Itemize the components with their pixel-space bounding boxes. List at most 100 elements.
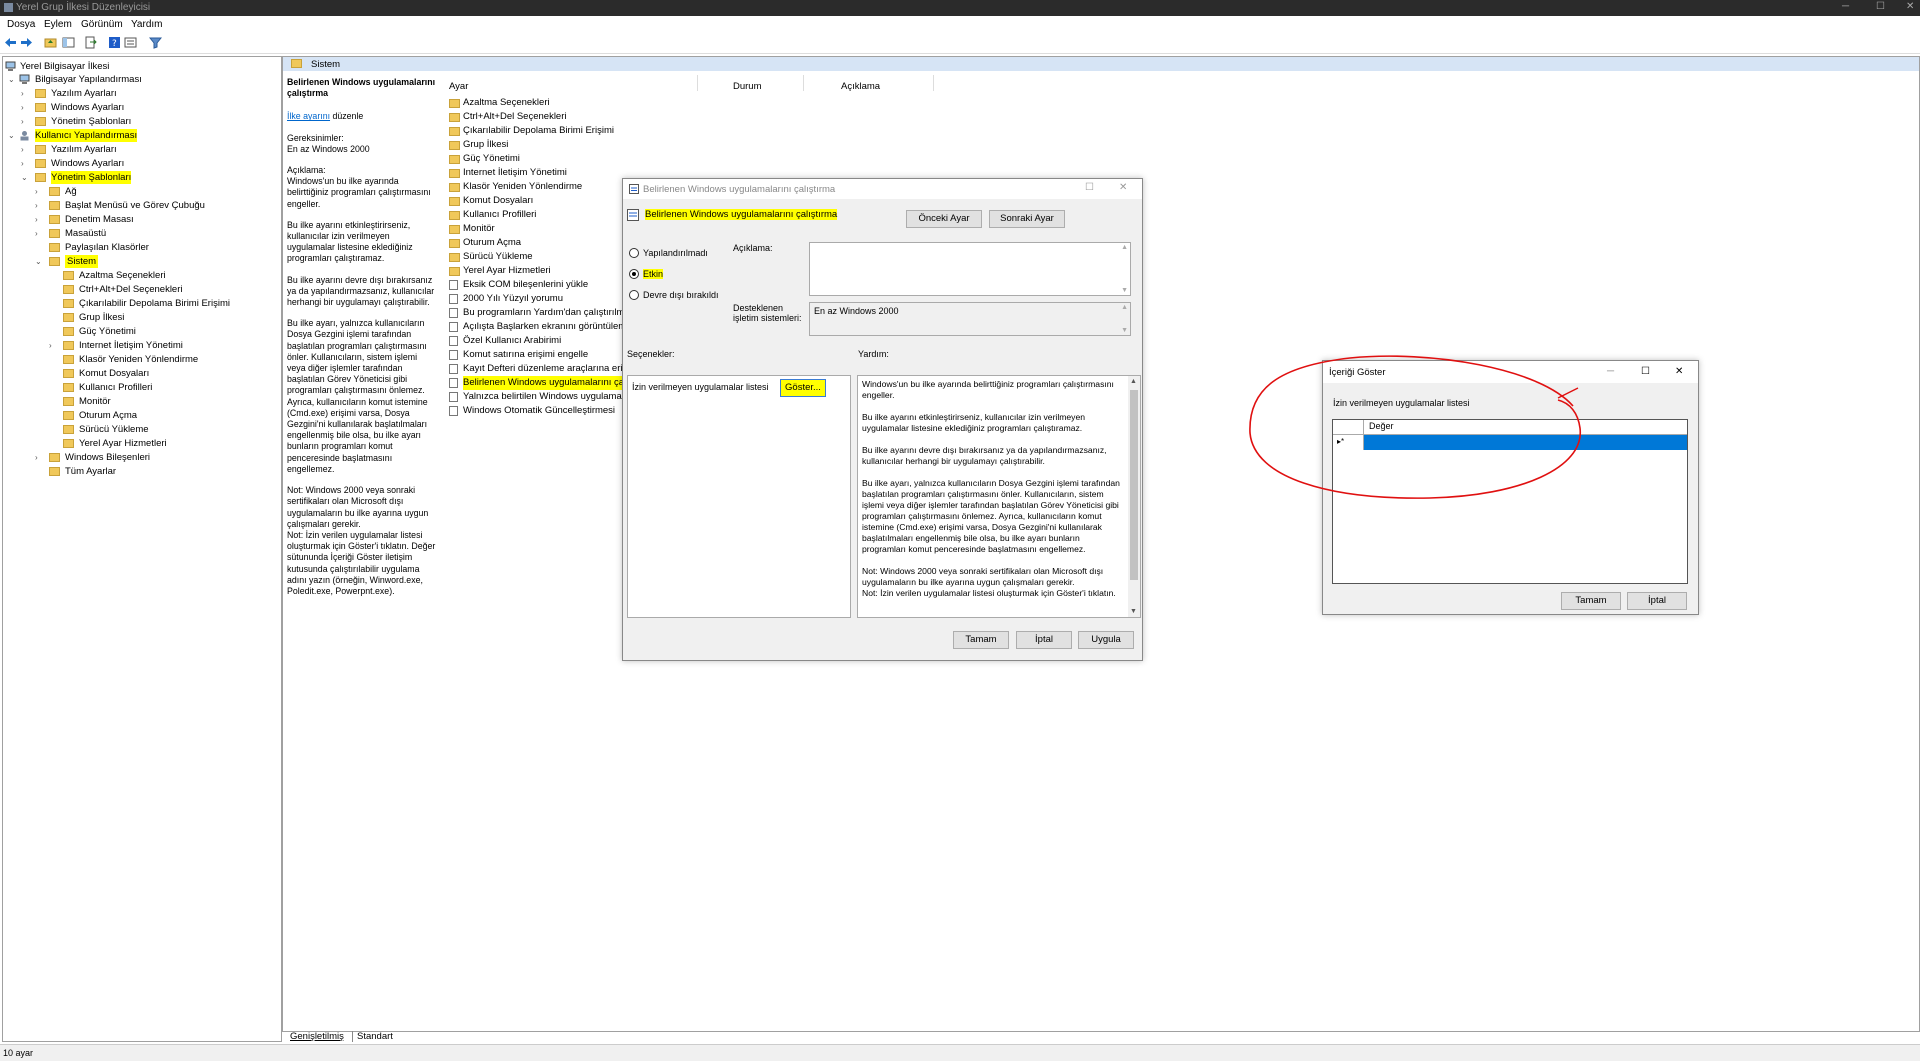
col-comment[interactable]: Açıklama [841, 81, 880, 92]
policy-icon [449, 406, 458, 416]
close-button[interactable]: ✕ [1119, 182, 1127, 193]
folder-icon [449, 183, 460, 192]
folder-icon [449, 225, 460, 234]
show-button[interactable]: Göster... [780, 379, 826, 397]
expand-icon[interactable]: › [21, 115, 29, 128]
comment-label: Açıklama: [733, 243, 773, 253]
ok-button[interactable]: Tamam [953, 631, 1009, 649]
folder-icon [35, 89, 46, 98]
next-setting-button[interactable]: Sonraki Ayar [989, 210, 1065, 228]
collapse-icon[interactable]: ⌄ [8, 129, 16, 142]
expand-icon[interactable]: › [35, 185, 43, 198]
help-label: Yardım: [858, 349, 889, 359]
export-list-icon[interactable] [84, 36, 97, 49]
collapse-icon[interactable]: ⌄ [8, 73, 16, 86]
supported-os-field: En az Windows 2000 ▲ ▼ [809, 302, 1131, 336]
maximize-button[interactable]: ☐ [1641, 366, 1650, 377]
radio-not-configured[interactable] [629, 248, 639, 258]
scroll-up-icon[interactable]: ▲ [1121, 304, 1128, 311]
minimize-button[interactable]: ─ [1842, 1, 1849, 12]
ok-button[interactable]: Tamam [1561, 592, 1621, 610]
expand-icon[interactable]: › [35, 199, 43, 212]
minimize-button[interactable]: ─ [1607, 366, 1614, 377]
close-button[interactable]: ✕ [1675, 366, 1683, 377]
policy-title: Belirlenen Windows uygulamalarını çalışt… [287, 77, 436, 99]
description-p4: Bu ilke ayarı, yalnızca kullanıcıların D… [287, 318, 428, 474]
edit-policy-suffix: düzenle [330, 111, 364, 122]
app-icon [4, 3, 13, 12]
collapse-icon[interactable]: ⌄ [21, 171, 29, 184]
show-hide-tree-icon[interactable] [62, 36, 75, 49]
scroll-down-icon[interactable]: ▼ [1121, 327, 1128, 334]
comment-textarea[interactable]: ▲ ▼ [809, 242, 1131, 296]
apply-button[interactable]: Uygula [1078, 631, 1134, 649]
menu-dosya[interactable]: Dosya [7, 19, 35, 30]
up-folder-icon[interactable] [44, 36, 57, 49]
policy-icon [449, 336, 458, 346]
folder-icon [63, 341, 74, 350]
forward-arrow-icon[interactable] [20, 36, 33, 49]
folder-icon [449, 253, 460, 262]
scroll-up-icon[interactable]: ▲ [1130, 378, 1137, 385]
scrollbar-thumb[interactable] [1130, 390, 1138, 580]
expand-icon[interactable]: › [35, 451, 43, 464]
properties-icon[interactable] [124, 36, 137, 49]
edit-policy-link[interactable]: İlke ayarını [287, 111, 330, 121]
folder-icon [63, 355, 74, 364]
help-p1: Windows'un bu ilke ayarında belirttiğini… [862, 379, 1114, 400]
folder-icon [49, 201, 60, 210]
maximize-button[interactable]: ☐ [1876, 1, 1885, 12]
expand-icon[interactable]: › [49, 339, 57, 352]
folder-icon [63, 411, 74, 420]
expand-icon[interactable]: › [21, 87, 29, 100]
folder-icon [35, 159, 46, 168]
expand-icon[interactable]: › [35, 213, 43, 226]
folder-icon [449, 267, 460, 276]
scroll-down-icon[interactable]: ▼ [1130, 608, 1137, 615]
menu-eylem[interactable]: Eylem [44, 19, 72, 30]
scroll-down-icon[interactable]: ▼ [1121, 287, 1128, 294]
menu-yardim[interactable]: Yardım [131, 19, 163, 30]
back-arrow-icon[interactable] [4, 36, 17, 49]
collapse-icon[interactable]: ⌄ [35, 255, 43, 268]
col-divider [803, 75, 804, 91]
tab-standard[interactable]: Standart [352, 1031, 393, 1042]
status-bar: 10 ayar [0, 1044, 1920, 1061]
scroll-up-icon[interactable]: ▲ [1121, 244, 1128, 251]
policy-icon [449, 392, 458, 402]
description-p2: Bu ilke ayarını etkinleştirirseniz, kull… [287, 219, 413, 264]
expand-icon[interactable]: › [21, 101, 29, 114]
tab-extended[interactable]: Genişletilmiş [290, 1031, 344, 1042]
policy-icon [449, 350, 458, 360]
previous-setting-button[interactable]: Önceki Ayar [906, 210, 982, 228]
expand-icon[interactable]: › [21, 143, 29, 156]
help-panel: Windows'un bu ilke ayarında belirttiğini… [857, 375, 1141, 618]
help-scrollbar[interactable]: ▲ ▼ [1128, 376, 1140, 617]
folder-icon [49, 453, 60, 462]
folder-icon [49, 187, 60, 196]
col-setting[interactable]: Ayar [449, 81, 468, 92]
cancel-button[interactable]: İptal [1016, 631, 1072, 649]
radio-disabled[interactable] [629, 290, 639, 300]
dialog-title-bar: Belirlenen Windows uygulamalarını çalışt… [623, 179, 1142, 199]
policy-icon [627, 209, 639, 221]
policy-icon [449, 294, 458, 304]
help-p5: Not: Windows 2000 veya sonraki sertifika… [862, 566, 1116, 598]
radio-enabled[interactable] [629, 269, 639, 279]
details-header-title: Sistem [311, 59, 341, 70]
policy-icon [449, 322, 458, 332]
maximize-button[interactable]: ☐ [1085, 182, 1094, 193]
expand-icon[interactable]: › [21, 157, 29, 170]
menu-gorunum[interactable]: Görünüm [81, 19, 123, 30]
policy-settings-dialog: Belirlenen Windows uygulamalarını çalışt… [622, 178, 1143, 661]
filter-icon[interactable] [149, 36, 162, 49]
cancel-button[interactable]: İptal [1627, 592, 1687, 610]
folder-icon [449, 239, 460, 248]
col-state[interactable]: Durum [733, 81, 762, 92]
folder-icon [35, 173, 46, 182]
toolbar: ? [0, 33, 1920, 54]
expand-icon[interactable]: › [35, 227, 43, 240]
help-icon[interactable]: ? [108, 36, 121, 49]
tree-pane: Yerel Bilgisayar İlkesi ⌄ Bilgisayar Yap… [2, 56, 282, 1042]
close-button[interactable]: ✕ [1906, 1, 1914, 12]
